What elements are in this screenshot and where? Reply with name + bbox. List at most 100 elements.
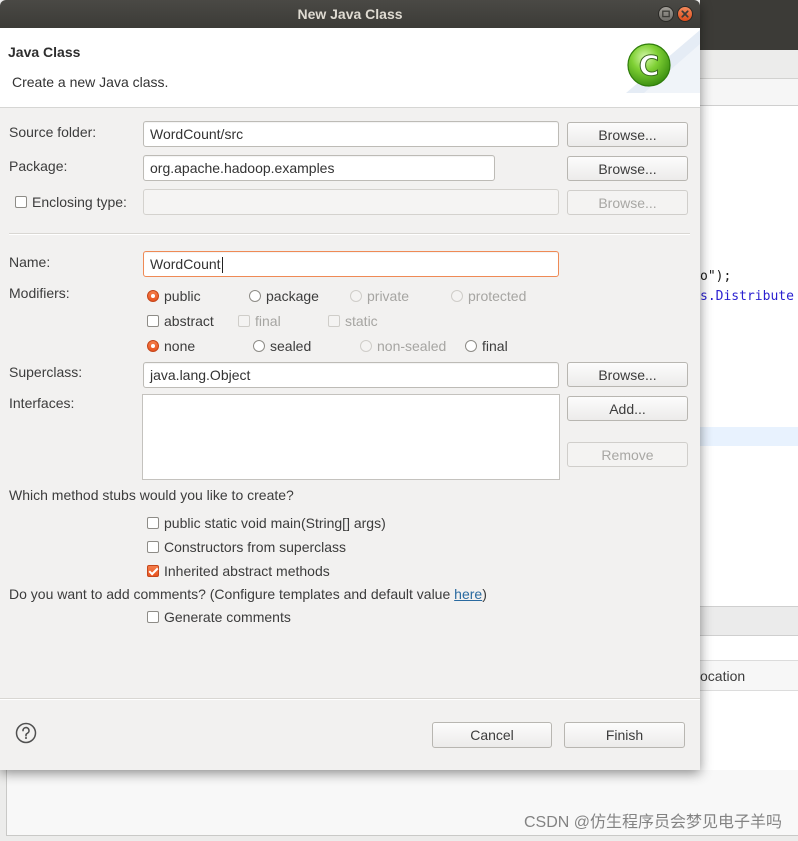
sealing-sealed-label: sealed [270,338,312,354]
sealing-sealed-radio[interactable]: sealed [253,337,311,355]
stub-inherited-abstract-checkbox[interactable]: Inherited abstract methods [147,562,330,580]
comments-question-text: Do you want to add comments? (Configure … [9,586,455,602]
name-value: WordCount [150,256,221,272]
radio-indicator [465,340,477,352]
enclosing-type-browse-button[interactable]: Browse... [567,190,688,215]
modifier-abstract-label: abstract [164,313,214,329]
stub-constructors-checkbox[interactable]: Constructors from superclass [147,538,346,556]
radio-indicator [451,290,463,302]
radio-indicator [249,290,261,302]
source-folder-value: WordCount/src [150,126,244,142]
editor-current-line-highlight [700,427,798,446]
modifier-private-radio[interactable]: private [350,287,409,305]
stub-constructors-label: Constructors from superclass [164,539,347,555]
sealing-none-radio[interactable]: none [147,337,195,355]
maximize-icon[interactable] [658,6,674,22]
table-header-location: ocation [700,668,746,684]
modifier-abstract-checkbox[interactable]: abstract [147,312,214,330]
comments-question-end: ) [482,586,487,602]
checkbox-indicator [238,315,250,327]
generate-comments-checkbox[interactable]: Generate comments [147,608,291,626]
checkbox-indicator [147,565,159,577]
checkbox-indicator [147,517,159,529]
enclosing-type-field[interactable] [143,189,559,215]
button-bar-separator [0,698,700,700]
radio-indicator [360,340,372,352]
separator [9,233,690,235]
source-folder-label: Source folder: [9,124,97,140]
modifiers-label: Modifiers: [9,285,70,301]
name-field[interactable]: WordCount [143,251,559,277]
stub-main-label: public static void main(String[] args) [164,515,386,531]
java-class-wizard-icon: C [626,30,700,93]
code-fragment: o"); [700,269,732,284]
finish-button[interactable]: Finish [564,722,685,748]
ide-titlebar-background [700,0,798,50]
ide-editor-tabs-background [700,79,798,106]
package-value: org.apache.hadoop.examples [150,160,335,176]
interfaces-list[interactable] [142,394,560,480]
watermark: CSDN @仿生程序员会梦见电子羊吗 [523,814,782,831]
code-fragment: s.Distribute [700,289,794,304]
sealing-none-label: none [164,338,196,354]
ide-bottom-panel-body [700,636,798,770]
modifier-package-label: package [266,288,319,304]
sealing-non-sealed-radio[interactable]: non-sealed [360,337,446,355]
ide-toolbar-background [700,50,798,79]
modifier-final-label: final [255,313,281,329]
wizard-header: Java Class Create a new Java class. C [0,28,700,108]
superclass-browse-button[interactable]: Browse... [567,362,688,387]
name-label: Name: [9,254,51,270]
method-stubs-question: Which method stubs would you like to cre… [9,487,294,503]
enclosing-type-checkbox[interactable]: Enclosing type: [15,193,127,211]
ide-editor-background: o"); s.Distribute [700,106,798,606]
radio-indicator [253,340,265,352]
configure-templates-link[interactable]: here [454,586,482,602]
sealing-final-radio[interactable]: final [465,337,508,355]
modifier-final-checkbox[interactable]: final [238,312,281,330]
superclass-label: Superclass: [9,364,83,380]
superclass-value: java.lang.Object [150,367,251,383]
new-java-class-dialog: New Java Class Java Class Create a new J… [0,0,700,770]
dialog-titlebar[interactable]: New Java Class [0,0,700,28]
modifier-private-label: private [367,288,410,304]
modifier-protected-label: protected [468,288,527,304]
modifier-package-radio[interactable]: package [249,287,319,305]
radio-indicator [350,290,362,302]
wizard-page-description: Create a new Java class. [12,74,169,90]
modifier-static-label: static [345,313,378,329]
stub-inherited-abstract-label: Inherited abstract methods [164,563,330,579]
checkbox-indicator [15,196,27,208]
close-icon[interactable] [677,6,693,22]
interfaces-label: Interfaces: [9,395,75,411]
checkbox-indicator [147,315,159,327]
radio-indicator [147,340,159,352]
ide-bottom-panel-tabs [700,606,798,636]
sealing-non-sealed-label: non-sealed [377,338,447,354]
superclass-field[interactable]: java.lang.Object [143,362,559,388]
cancel-button[interactable]: Cancel [432,722,552,748]
modifier-public-label: public [164,288,201,304]
stub-main-checkbox[interactable]: public static void main(String[] args) [147,514,386,532]
icon-letter: C [639,49,660,82]
sealing-final-label: final [482,338,508,354]
wizard-page-title: Java Class [8,44,81,60]
interfaces-remove-button[interactable]: Remove [567,442,688,467]
modifier-protected-radio[interactable]: protected [451,287,526,305]
source-folder-browse-button[interactable]: Browse... [567,122,688,147]
package-label: Package: [9,158,68,174]
dialog-title: New Java Class [297,6,403,22]
checkbox-indicator [147,541,159,553]
modifier-public-radio[interactable]: public [147,287,201,305]
modifier-static-checkbox[interactable]: static [328,312,378,330]
radio-indicator [147,290,159,302]
comments-question: Do you want to add comments? (Configure … [9,585,487,603]
interfaces-add-button[interactable]: Add... [567,396,688,421]
generate-comments-label: Generate comments [164,609,291,625]
help-icon[interactable] [15,722,37,744]
source-folder-field[interactable]: WordCount/src [143,121,559,147]
text-caret [221,257,223,274]
package-field[interactable]: org.apache.hadoop.examples [143,155,495,181]
package-browse-button[interactable]: Browse... [567,156,688,181]
ide-table-header: ocation [700,660,798,691]
